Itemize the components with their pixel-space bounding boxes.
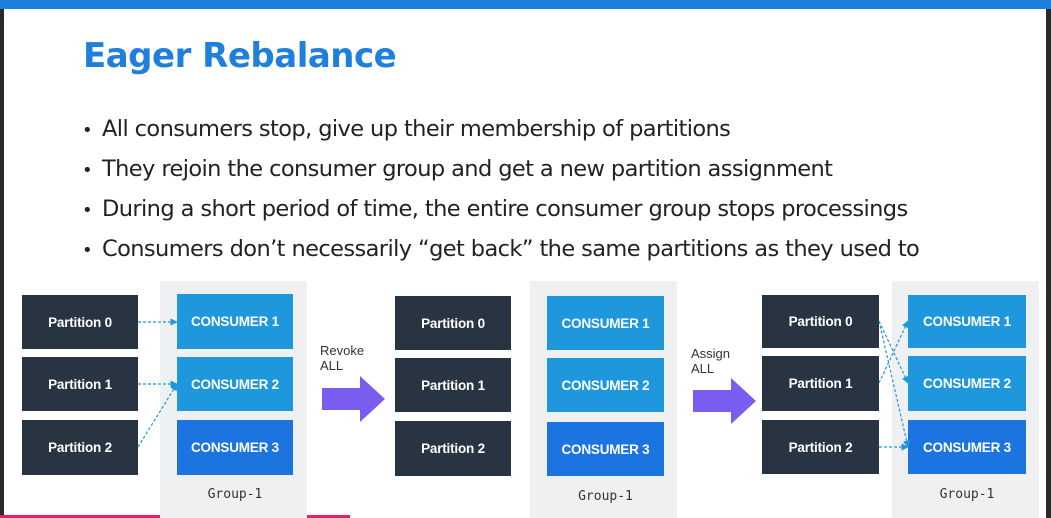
consumer-box: CONSUMER 1 [177, 294, 293, 349]
consumer-box: CONSUMER 1 [908, 295, 1026, 348]
bullet-text: All consumers stop, give up their member… [102, 116, 731, 142]
group-label: Group-1 [207, 487, 263, 502]
revoke-label: Revoke ALL [320, 343, 364, 373]
window-frame-left [0, 0, 4, 518]
bullet-dot-icon: • [82, 120, 93, 141]
consumer-box: CONSUMER 2 [908, 356, 1026, 411]
step-label-line: Revoke [320, 343, 365, 358]
step-label-line: ALL [691, 361, 715, 376]
partition-box: Partition 0 [395, 296, 511, 350]
slide-top-bar [0, 0, 1051, 9]
partition-box: Partition 2 [762, 420, 879, 474]
partition-box: Partition 1 [395, 358, 511, 412]
consumer-box: CONSUMER 1 [547, 296, 664, 350]
assign-arrow-icon [693, 378, 756, 424]
consumer-box: CONSUMER 3 [177, 420, 293, 475]
consumer-box: CONSUMER 3 [908, 420, 1026, 474]
bullet-item: • They rejoin the consumer group and get … [82, 152, 919, 192]
partition-box: Partition 1 [22, 357, 138, 411]
step-label-line: Assign [691, 346, 731, 361]
consumer-box: CONSUMER 2 [547, 358, 664, 412]
group-label: Group-1 [578, 489, 633, 504]
partition-box: Partition 0 [22, 295, 138, 349]
bullet-text: During a short period of time, the entir… [102, 196, 908, 222]
consumer-box: CONSUMER 3 [547, 422, 664, 476]
assign-label: Assign ALL [691, 346, 730, 376]
bullet-item: • During a short period of time, the enti… [82, 192, 919, 232]
slide-title: Eager Rebalance [83, 36, 397, 76]
bullet-text: Consumers don’t necessarily “get back” t… [102, 236, 920, 262]
window-frame-right [1046, 0, 1051, 518]
partition-box: Partition 1 [762, 356, 879, 411]
bullet-item: • Consumers don’t necessarily “get back” … [82, 232, 920, 272]
step-label-line: ALL [320, 358, 344, 373]
bullet-dot-icon: • [82, 240, 93, 261]
bullet-list: • All consumers stop, give up their membe… [82, 112, 920, 272]
bullet-dot-icon: • [82, 200, 93, 221]
bullet-dot-icon: • [82, 160, 93, 181]
partition-box: Partition 2 [22, 420, 138, 475]
consumer-box: CONSUMER 2 [177, 357, 293, 411]
partition-box: Partition 0 [762, 295, 879, 348]
group-label: Group-1 [939, 487, 995, 502]
bullet-item: • All consumers stop, give up their membe… [82, 112, 919, 152]
revoke-arrow-icon [322, 376, 385, 422]
bullet-text: They rejoin the consumer group and get a… [102, 156, 833, 182]
partition-box: Partition 2 [395, 421, 511, 476]
